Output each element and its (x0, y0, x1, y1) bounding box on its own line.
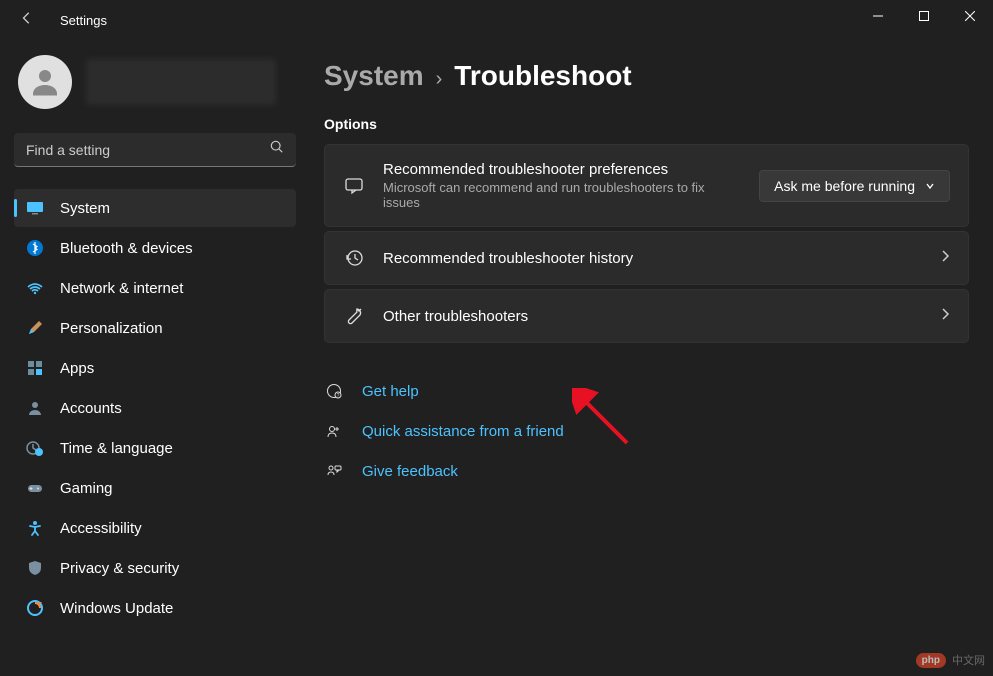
sidebar-item-time-language[interactable]: Time & language (14, 429, 296, 467)
chat-icon (343, 176, 365, 196)
link-row-feedback: Give feedback (324, 451, 969, 491)
watermark-logo: php (916, 653, 946, 668)
sidebar-item-windows-update[interactable]: Windows Update (14, 589, 296, 627)
link-row-help: ? Get help (324, 371, 969, 411)
give-feedback-link[interactable]: Give feedback (362, 463, 458, 480)
link-row-quick-assist: Quick assistance from a friend (324, 411, 969, 451)
card-title: Other troubleshooters (383, 308, 922, 325)
shield-icon (26, 559, 44, 577)
get-help-link[interactable]: Get help (362, 383, 419, 400)
watermark-text: 中文网 (952, 652, 985, 668)
wifi-icon (26, 279, 44, 297)
card-title: Recommended troubleshooter preferences (383, 161, 741, 178)
breadcrumb: System › Troubleshoot (324, 60, 969, 92)
apps-icon (26, 359, 44, 377)
sidebar-item-bluetooth[interactable]: Bluetooth & devices (14, 229, 296, 267)
chevron-down-icon (925, 178, 935, 194)
card-other-troubleshooters[interactable]: Other troubleshooters (324, 289, 969, 343)
window-title: Settings (60, 13, 107, 28)
breadcrumb-current: Troubleshoot (454, 60, 631, 92)
chevron-right-icon (940, 249, 950, 268)
sidebar-item-label: Gaming (60, 480, 113, 497)
sidebar-item-accounts[interactable]: Accounts (14, 389, 296, 427)
accessibility-icon (26, 519, 44, 537)
breadcrumb-parent[interactable]: System (324, 60, 424, 92)
paintbrush-icon (26, 319, 44, 337)
sidebar-item-system[interactable]: System (14, 189, 296, 227)
titlebar: Settings (0, 0, 993, 40)
svg-text:?: ? (337, 393, 340, 399)
sidebar-item-label: System (60, 200, 110, 217)
watermark: php 中文网 (916, 652, 985, 668)
sidebar-item-label: Windows Update (60, 600, 173, 617)
sidebar-item-label: Personalization (60, 320, 163, 337)
clock-globe-icon (26, 439, 44, 457)
search-box[interactable] (14, 133, 296, 167)
sidebar-item-apps[interactable]: Apps (14, 349, 296, 387)
quick-assist-icon (324, 423, 344, 439)
close-button[interactable] (947, 0, 993, 32)
sidebar-item-label: Accounts (60, 400, 122, 417)
search-input[interactable] (26, 142, 270, 158)
sidebar: System Bluetooth & devices Network & int… (0, 40, 310, 676)
sidebar-item-network[interactable]: Network & internet (14, 269, 296, 307)
sidebar-item-gaming[interactable]: Gaming (14, 469, 296, 507)
main-content: System › Troubleshoot Options Recommende… (310, 40, 993, 676)
update-icon (26, 599, 44, 617)
feedback-icon (324, 463, 344, 479)
card-subtitle: Microsoft can recommend and run troubles… (383, 180, 741, 210)
sidebar-item-label: Bluetooth & devices (60, 240, 193, 257)
profile-section[interactable] (14, 55, 296, 109)
maximize-button[interactable] (901, 0, 947, 32)
accounts-icon (26, 399, 44, 417)
quick-assist-link[interactable]: Quick assistance from a friend (362, 423, 564, 440)
sidebar-item-label: Privacy & security (60, 560, 179, 577)
sidebar-item-label: Accessibility (60, 520, 142, 537)
minimize-button[interactable] (855, 0, 901, 32)
avatar (18, 55, 72, 109)
back-button[interactable] (20, 11, 40, 30)
bluetooth-icon (26, 239, 44, 257)
sidebar-item-label: Network & internet (60, 280, 183, 297)
sidebar-item-personalization[interactable]: Personalization (14, 309, 296, 347)
history-icon (343, 248, 365, 268)
preferences-dropdown[interactable]: Ask me before running (759, 170, 950, 202)
dropdown-value: Ask me before running (774, 178, 915, 194)
card-title: Recommended troubleshooter history (383, 250, 922, 267)
section-title: Options (324, 116, 969, 132)
profile-info (86, 59, 276, 105)
chevron-right-icon: › (436, 68, 443, 91)
help-links: ? Get help Quick assistance from a frien… (324, 371, 969, 491)
card-recommended-preferences[interactable]: Recommended troubleshooter preferences M… (324, 144, 969, 227)
sidebar-item-label: Time & language (60, 440, 173, 457)
gamepad-icon (26, 479, 44, 497)
card-history[interactable]: Recommended troubleshooter history (324, 231, 969, 285)
sidebar-item-accessibility[interactable]: Accessibility (14, 509, 296, 547)
nav-list: System Bluetooth & devices Network & int… (14, 189, 296, 627)
window-controls (855, 0, 993, 32)
search-icon (270, 140, 284, 159)
chevron-right-icon (940, 307, 950, 326)
sidebar-item-label: Apps (60, 360, 94, 377)
help-icon: ? (324, 383, 344, 399)
sidebar-item-privacy[interactable]: Privacy & security (14, 549, 296, 587)
wrench-icon (343, 306, 365, 326)
display-icon (26, 199, 44, 217)
